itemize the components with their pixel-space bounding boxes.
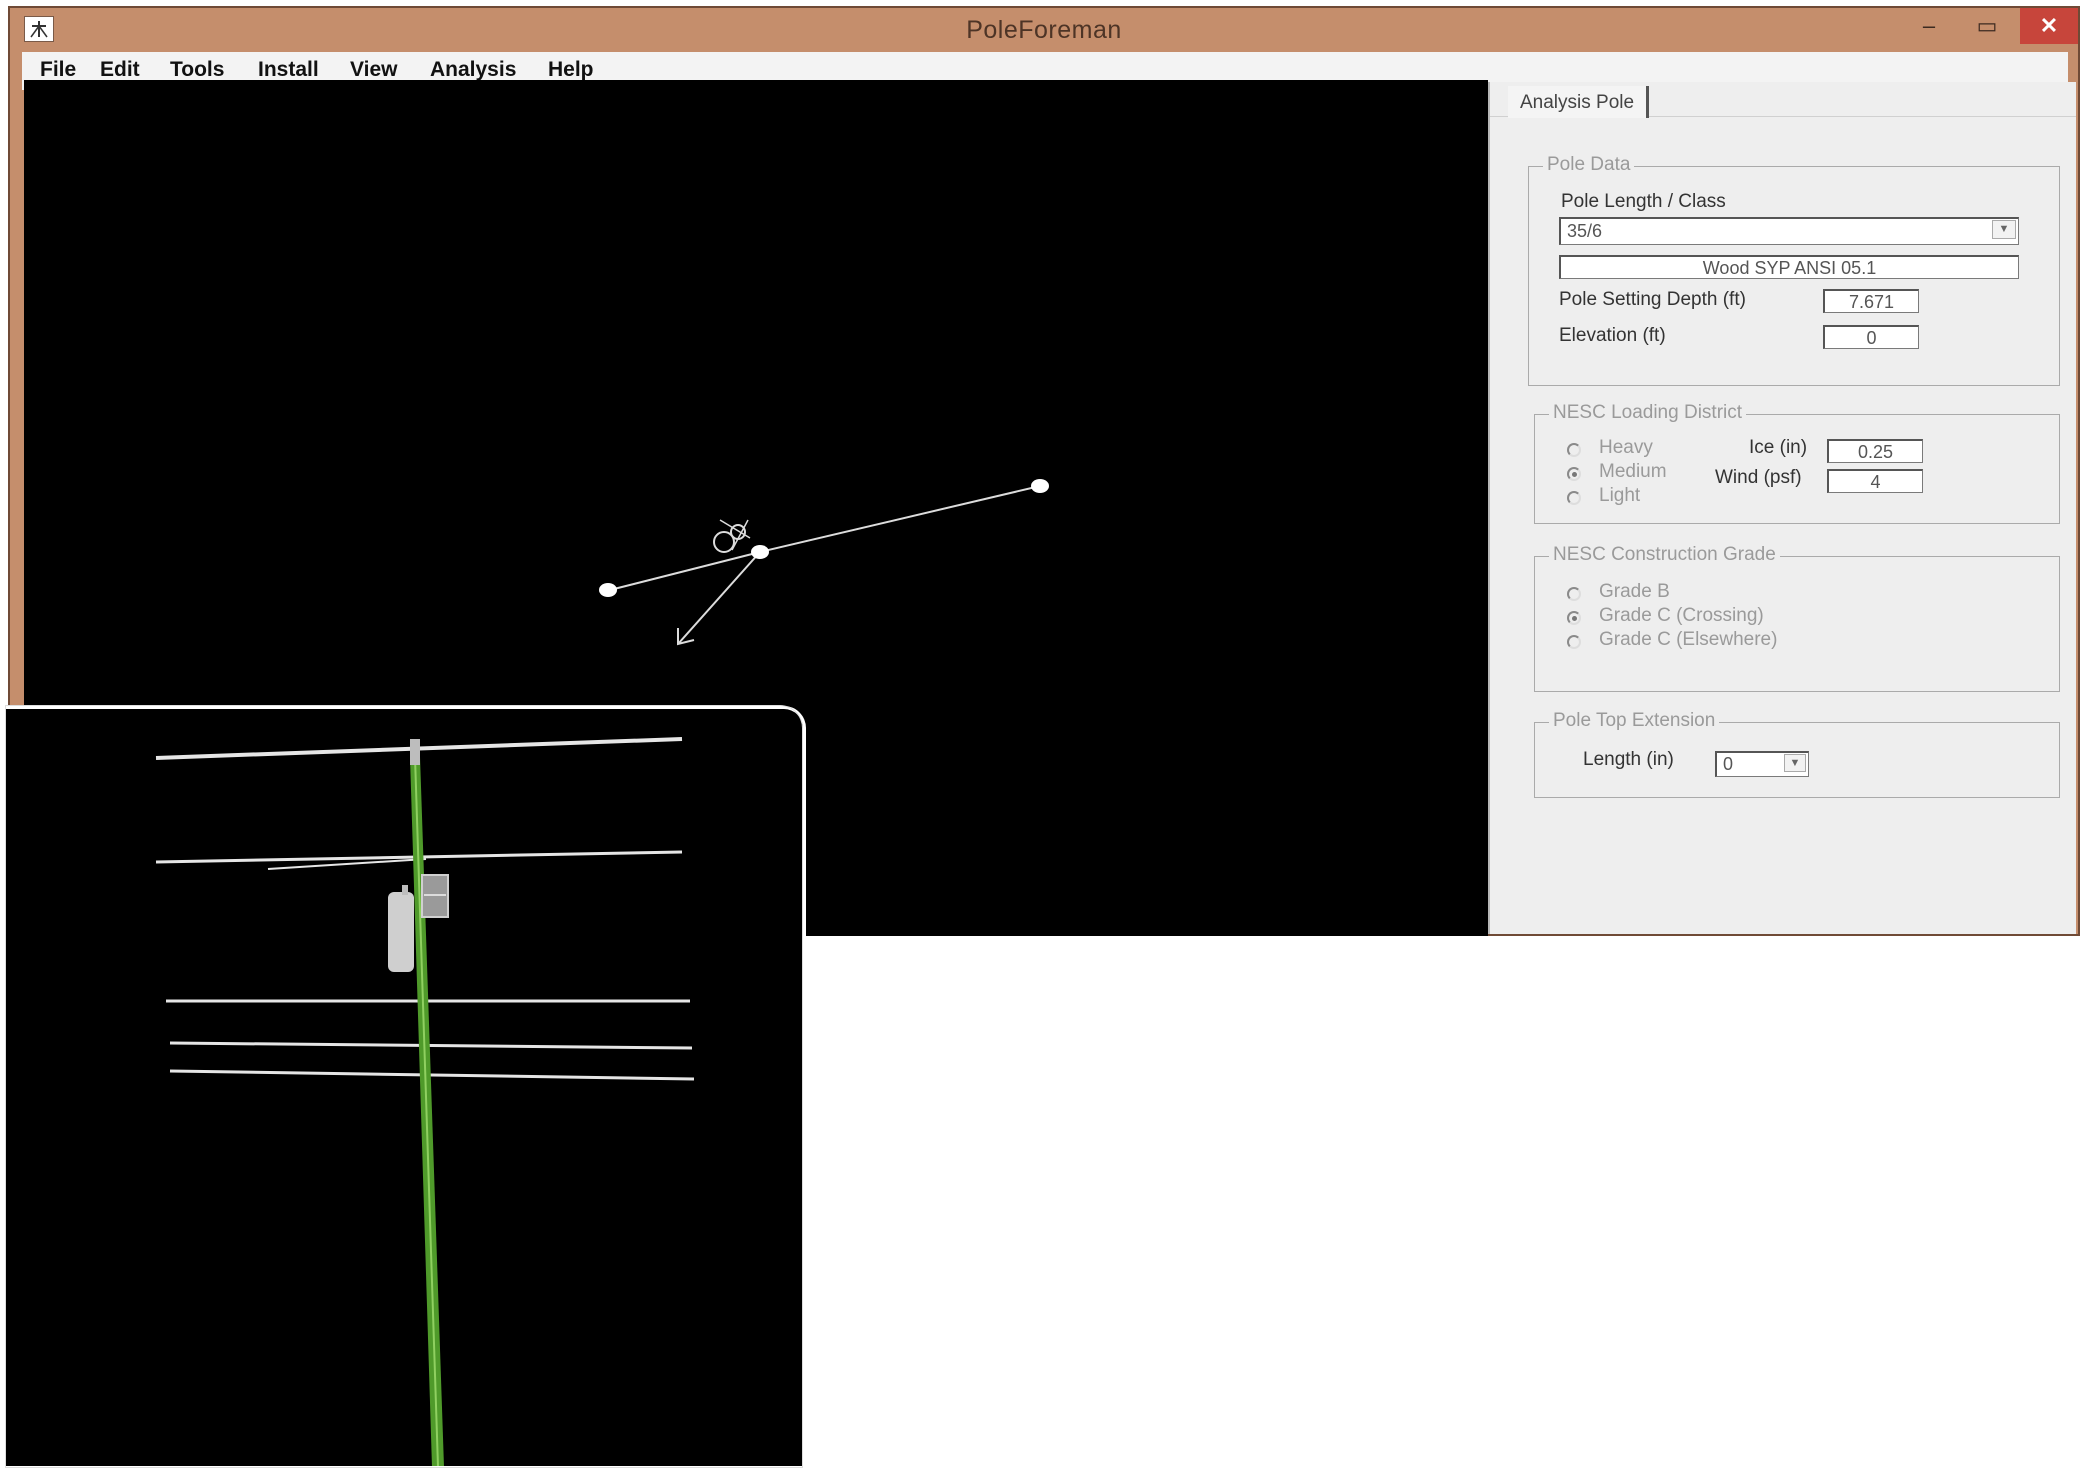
radio-heavy-label[interactable]: Heavy	[1599, 437, 1653, 459]
wind-label: Wind (psf)	[1715, 467, 1802, 488]
radio-grade-b-label[interactable]: Grade B	[1599, 581, 1670, 603]
construction-grade-title: NESC Construction Grade	[1549, 544, 1780, 566]
ice-field[interactable]: 0.25	[1827, 439, 1923, 463]
chevron-down-icon[interactable]: ▼	[1992, 220, 2016, 239]
window-title: PoleForeman	[966, 16, 1122, 44]
pole-top-extension-title: Pole Top Extension	[1549, 710, 1720, 732]
radio-medium-label[interactable]: Medium	[1599, 461, 1667, 483]
pole-length-class-value: 35/6	[1567, 221, 1603, 241]
menu-analysis[interactable]: Analysis	[430, 58, 516, 82]
radio-grade-c-crossing[interactable]	[1567, 611, 1581, 625]
pole-top-extension-group: Pole Top Extension Length (in) 0 ▼	[1534, 710, 2060, 798]
communication-wire-2	[169, 1041, 693, 1050]
pole-3d-drawing	[155, 737, 695, 1466]
pole-data-title: Pole Data	[1543, 154, 1635, 176]
transformer	[388, 892, 414, 972]
construction-grade-group: NESC Construction Grade Grade B Grade C …	[1534, 544, 2060, 692]
setting-depth-field[interactable]: 7.671	[1823, 289, 1919, 313]
menu-tools[interactable]: Tools	[170, 58, 224, 82]
pole-data-group: Pole Data Pole Length / Class 35/6 ▼ Woo…	[1528, 154, 2060, 386]
wind-field[interactable]: 4	[1827, 469, 1923, 493]
pole-top-insulator	[410, 739, 420, 765]
radio-grade-c-elsewhere[interactable]	[1567, 635, 1581, 649]
title-bar[interactable]: PoleForeman ‒ ▭ ✕	[10, 8, 2078, 52]
radio-light-label[interactable]: Light	[1599, 485, 1640, 507]
menu-edit[interactable]: Edit	[100, 58, 140, 82]
minimize-button[interactable]: ‒	[1900, 8, 1958, 44]
pole-length-class-label: Pole Length / Class	[1561, 191, 1726, 212]
analysis-pole-panel: Analysis Pole Pole Data Pole Length / Cl…	[1488, 82, 2076, 934]
close-button[interactable]: ✕	[2020, 8, 2078, 44]
extension-length-label: Length (in)	[1583, 749, 1674, 770]
elevation-field[interactable]: 0	[1823, 325, 1919, 349]
menu-view[interactable]: View	[350, 58, 397, 82]
radio-grade-b[interactable]	[1567, 587, 1581, 601]
menu-help[interactable]: Help	[548, 58, 594, 82]
radio-light[interactable]	[1567, 491, 1581, 505]
menu-file[interactable]: File	[40, 58, 76, 82]
guy-line	[677, 551, 761, 645]
communication-wire-3	[169, 1069, 695, 1081]
radio-grade-c-crossing-label[interactable]: Grade C (Crossing)	[1599, 605, 1764, 627]
pole-material-field[interactable]: Wood SYP ANSI 05.1	[1559, 255, 2019, 279]
pole-3d-view[interactable]	[6, 706, 806, 1466]
elevation-label: Elevation (ft)	[1559, 325, 1666, 346]
span-line-west	[609, 551, 761, 591]
setting-depth-label: Pole Setting Depth (ft)	[1559, 289, 1746, 310]
radio-medium[interactable]	[1567, 467, 1581, 481]
pole-length-class-select[interactable]: 35/6 ▼	[1559, 217, 2019, 245]
radio-grade-c-elsewhere-label[interactable]: Grade C (Elsewhere)	[1599, 629, 1777, 651]
extension-length-value: 0	[1723, 754, 1734, 774]
pole-node-analysis	[751, 545, 769, 559]
pole-node-west	[599, 583, 617, 597]
chevron-down-icon[interactable]: ▼	[1784, 754, 1806, 772]
loading-district-group: NESC Loading District Heavy Medium Light…	[1534, 402, 2060, 524]
maximize-button[interactable]: ▭	[1958, 8, 2016, 44]
radio-heavy[interactable]	[1567, 443, 1581, 457]
extension-length-select[interactable]: 0 ▼	[1715, 751, 1809, 777]
loading-district-title: NESC Loading District	[1549, 402, 1747, 424]
tab-analysis-pole[interactable]: Analysis Pole	[1508, 86, 1650, 118]
ice-label: Ice (in)	[1749, 437, 1808, 458]
pole-node-east	[1031, 479, 1049, 493]
span-line-east	[759, 485, 1041, 553]
menu-install[interactable]: Install	[258, 58, 319, 82]
